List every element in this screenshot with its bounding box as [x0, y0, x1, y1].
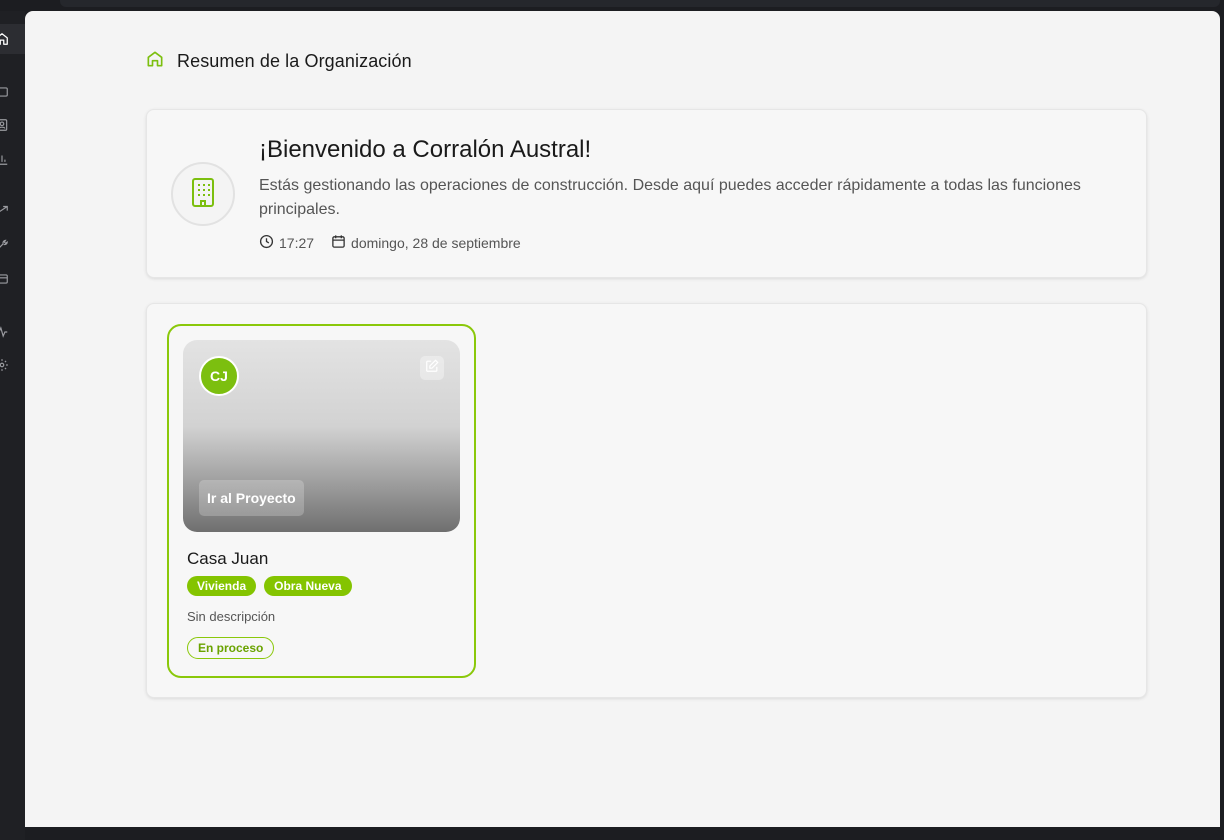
contacts-icon[interactable] [0, 118, 9, 132]
activity-icon[interactable] [0, 325, 9, 339]
breadcrumb: Resumen de la Organización [145, 49, 412, 74]
edit-project-button[interactable] [420, 356, 444, 380]
organization-avatar [171, 162, 235, 226]
welcome-card: ¡Bienvenido a Corralón Austral! Estás ge… [146, 109, 1147, 278]
home-icon[interactable] [145, 49, 165, 74]
building-icon [189, 176, 217, 213]
folder-icon[interactable] [0, 85, 9, 99]
trending-icon[interactable] [0, 203, 9, 217]
edit-icon [425, 358, 439, 378]
current-time: 17:27 [259, 234, 314, 252]
window-top-bar [0, 0, 1224, 11]
status-badge: En proceso [187, 637, 275, 659]
welcome-description: Estás gestionando las operaciones de con… [259, 177, 1081, 218]
current-date: domingo, 28 de septiembre [331, 234, 521, 252]
project-cover[interactable]: CJ Ir al Proyecto [183, 340, 460, 532]
window-bottom-bar [25, 827, 1224, 840]
page-title: Resumen de la Organización [177, 51, 412, 71]
calendar-icon [331, 234, 346, 252]
projects-panel: CJ Ir al Proyecto Casa Juan Vivienda Obr… [146, 303, 1147, 698]
settings-icon[interactable] [0, 358, 9, 372]
go-to-project-button[interactable]: Ir al Proyecto [199, 480, 304, 516]
project-initials-avatar: CJ [199, 356, 239, 396]
welcome-meta: 17:27 domingo, 28 de septiembre [259, 234, 538, 252]
welcome-title: ¡Bienvenido a Corralón Austral! [259, 136, 592, 163]
wallet-icon[interactable] [0, 272, 9, 286]
home-icon[interactable] [0, 32, 9, 46]
project-description: Sin descripción [187, 609, 276, 624]
tab-strip [60, 0, 1220, 7]
main-content: Resumen de la Organización ¡Bienvenido a… [25, 11, 1220, 827]
project-name: Casa Juan [187, 549, 269, 568]
time-label: 17:27 [279, 235, 315, 251]
bar-chart-icon[interactable] [0, 152, 9, 166]
sidebar [0, 11, 25, 840]
project-tags: Vivienda Obra Nueva [187, 576, 352, 596]
tag-obra-nueva: Obra Nueva [264, 576, 352, 596]
date-label: domingo, 28 de septiembre [351, 235, 521, 251]
tools-icon[interactable] [0, 238, 9, 252]
clock-icon [259, 234, 274, 252]
project-card[interactable]: CJ Ir al Proyecto Casa Juan Vivienda Obr… [167, 324, 476, 678]
tag-vivienda: Vivienda [187, 576, 257, 596]
